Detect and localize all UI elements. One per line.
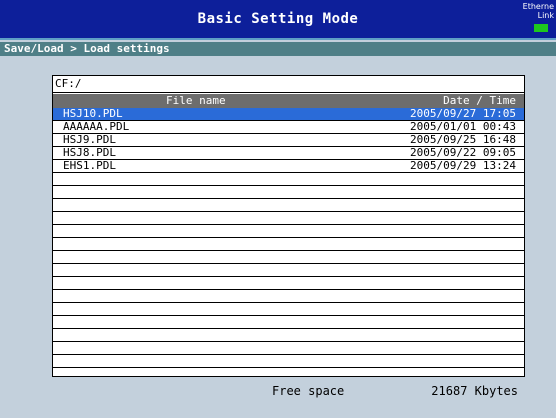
file-row[interactable] [53, 251, 524, 264]
ethernet-label: Etherne [522, 2, 554, 11]
file-name: HSJ10.PDL [63, 107, 123, 120]
file-date-time: 2005/01/01 00:43 [410, 120, 516, 133]
ethernet-status: Etherne Link [516, 2, 554, 20]
file-row[interactable] [53, 355, 524, 368]
file-date-time: 2005/09/25 16:48 [410, 133, 516, 146]
file-date-time: 2005/09/27 17:05 [410, 107, 516, 120]
file-date-time: 2005/09/29 13:24 [410, 159, 516, 172]
file-row[interactable] [53, 342, 524, 355]
file-row[interactable] [53, 186, 524, 199]
free-space-value: 21687 Kbytes [431, 384, 518, 398]
file-list-panel: CF:/ File name Date / Time HSJ10.PDL 2005… [52, 75, 525, 377]
file-row[interactable] [53, 329, 524, 342]
file-row[interactable] [53, 173, 524, 186]
link-indicator-icon [534, 24, 548, 32]
file-row[interactable] [53, 212, 524, 225]
column-header-file-name[interactable]: File name [166, 94, 226, 108]
file-name: AAAAAA.PDL [63, 120, 130, 133]
file-row[interactable] [53, 238, 524, 251]
file-row[interactable]: EHS1.PDL 2005/09/29 13:24 [53, 160, 524, 173]
file-date-time: 2005/09/22 09:05 [410, 146, 516, 159]
window-title: Basic Setting Mode [197, 11, 359, 27]
file-list: HSJ10.PDL 2005/09/27 17:05 AAAAAA.PDL 2005/… [53, 108, 524, 368]
file-row[interactable] [53, 199, 524, 212]
file-name: EHS1.PDL [63, 159, 116, 172]
breadcrumb: Save/Load > Load settings [0, 42, 556, 56]
file-row[interactable] [53, 264, 524, 277]
free-space-label: Free space [272, 384, 345, 398]
file-row[interactable] [53, 277, 524, 290]
drive-path: CF:/ [53, 76, 524, 93]
file-row[interactable] [53, 303, 524, 316]
column-header-date-time[interactable]: Date / Time [443, 94, 516, 108]
title-bar: Basic Setting Mode Etherne Link [0, 0, 556, 40]
file-row[interactable] [53, 225, 524, 238]
file-name: HSJ8.PDL [63, 146, 116, 159]
file-name: HSJ9.PDL [63, 133, 116, 146]
file-row[interactable] [53, 290, 524, 303]
link-label: Link [537, 11, 554, 20]
file-row[interactable] [53, 316, 524, 329]
file-list-header: File name Date / Time [53, 94, 524, 108]
